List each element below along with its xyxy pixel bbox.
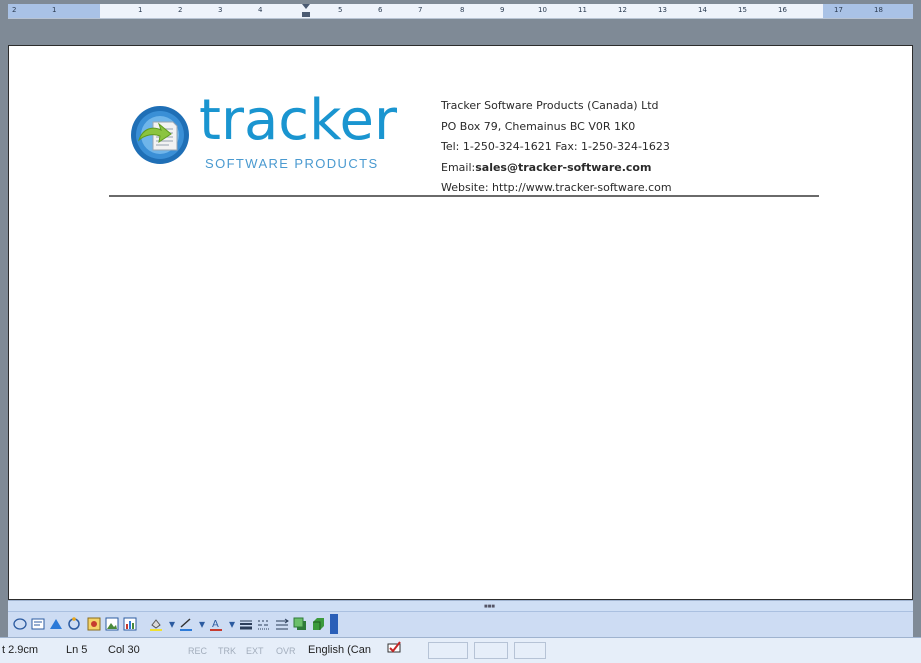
line-color-icon[interactable] — [178, 616, 194, 632]
email-label: Email: — [441, 160, 476, 174]
ruler-tick-label: 5 — [338, 6, 343, 14]
letterhead-divider — [109, 195, 819, 197]
ruler-tick-label: 17 — [834, 6, 843, 14]
font-color-icon[interactable]: A — [208, 616, 224, 632]
status-ovr[interactable]: OVR — [276, 646, 296, 656]
clipart-icon[interactable] — [86, 616, 102, 632]
svg-text:A: A — [212, 619, 219, 630]
company-email: Email:sales@tracker-software.com — [441, 158, 672, 179]
ruler-tick-label: 10 — [538, 6, 547, 14]
email-address: sales@tracker-software.com — [475, 160, 652, 174]
company-phone: Tel: 1-250-324-1621 Fax: 1-250-324-1623 — [441, 140, 670, 153]
status-panel — [474, 642, 508, 659]
dash-style-icon[interactable] — [256, 616, 272, 632]
document-page[interactable]: tracker SOFTWARE PRODUCTS Tracker Softwa… — [8, 45, 913, 600]
ruler-tick-label: 18 — [874, 6, 883, 14]
status-line: Ln 5 — [66, 644, 88, 656]
textbox-icon[interactable] — [30, 616, 46, 632]
status-column: Col 30 — [108, 644, 140, 656]
splitter-grip-icon[interactable]: ■■■ — [484, 604, 495, 610]
ruler-tick-label: 16 — [778, 6, 787, 14]
ruler-tick-label: 11 — [578, 6, 587, 14]
arrow-style-icon[interactable] — [274, 616, 290, 632]
status-ext[interactable]: EXT — [246, 646, 264, 656]
ruler-tick-label: 8 — [460, 6, 465, 14]
toolbar-overflow-icon[interactable] — [330, 614, 338, 634]
ruler-tick-label: 1 — [52, 6, 57, 14]
3d-icon[interactable] — [310, 616, 326, 632]
ruler-tick-label: 9 — [500, 6, 505, 14]
pane-splitter[interactable]: ■■■ — [8, 600, 913, 611]
horizontal-ruler[interactable]: 2 1 1 2 3 4 5 6 7 8 9 10 11 12 13 14 15 … — [8, 4, 913, 19]
picture-icon[interactable] — [104, 616, 120, 632]
indent-marker[interactable] — [302, 4, 310, 18]
ruler-tick-label: 2 — [12, 6, 17, 14]
drawing-toolbar: ▾ ▾ A ▾ — [8, 611, 913, 637]
logo-subtitle: SOFTWARE PRODUCTS — [205, 156, 379, 171]
ruler-tick-label: 14 — [698, 6, 707, 14]
company-name: Tracker Software Products (Canada) Ltd — [441, 99, 659, 112]
ruler-tick-label: 6 — [378, 6, 383, 14]
tracker-logo: tracker SOFTWARE PRODUCTS — [129, 88, 419, 176]
ruler-tick-label: 4 — [258, 6, 263, 14]
fill-color-icon[interactable] — [148, 616, 164, 632]
letterhead-contact: Tracker Software Products (Canada) Ltd P… — [441, 96, 672, 199]
shadow-icon[interactable] — [292, 616, 308, 632]
wordart-icon[interactable] — [48, 616, 64, 632]
status-bar: t 2.9cm Ln 5 Col 30 REC TRK EXT OVR Engl… — [0, 637, 921, 663]
ruler-tick-label: 7 — [418, 6, 423, 14]
status-panel — [428, 642, 468, 659]
company-address: PO Box 79, Chemainus BC V0R 1K0 — [441, 119, 636, 133]
ruler-tick-label: 3 — [218, 6, 223, 14]
diagram-icon[interactable] — [66, 616, 82, 632]
ruler-tick-label: 12 — [618, 6, 627, 14]
spelling-check-icon[interactable] — [386, 641, 404, 658]
status-at: t 2.9cm — [2, 644, 39, 656]
status-rec[interactable]: REC — [188, 646, 207, 656]
ruler-tick-label: 13 — [658, 6, 667, 14]
ruler-tick-label: 15 — [738, 6, 747, 14]
logo-wordmark: tracker — [199, 88, 397, 153]
oval-icon[interactable] — [12, 616, 28, 632]
ruler-tick-label: 1 — [138, 6, 143, 14]
status-language[interactable]: English (Can — [308, 644, 371, 656]
logo-emblem-icon — [131, 106, 189, 164]
status-trk[interactable]: TRK — [218, 646, 236, 656]
line-style-icon[interactable] — [238, 616, 254, 632]
chart-icon[interactable] — [122, 616, 138, 632]
ruler-tick-label: 2 — [178, 6, 183, 14]
status-panel — [514, 642, 546, 659]
page-gap — [8, 19, 913, 45]
